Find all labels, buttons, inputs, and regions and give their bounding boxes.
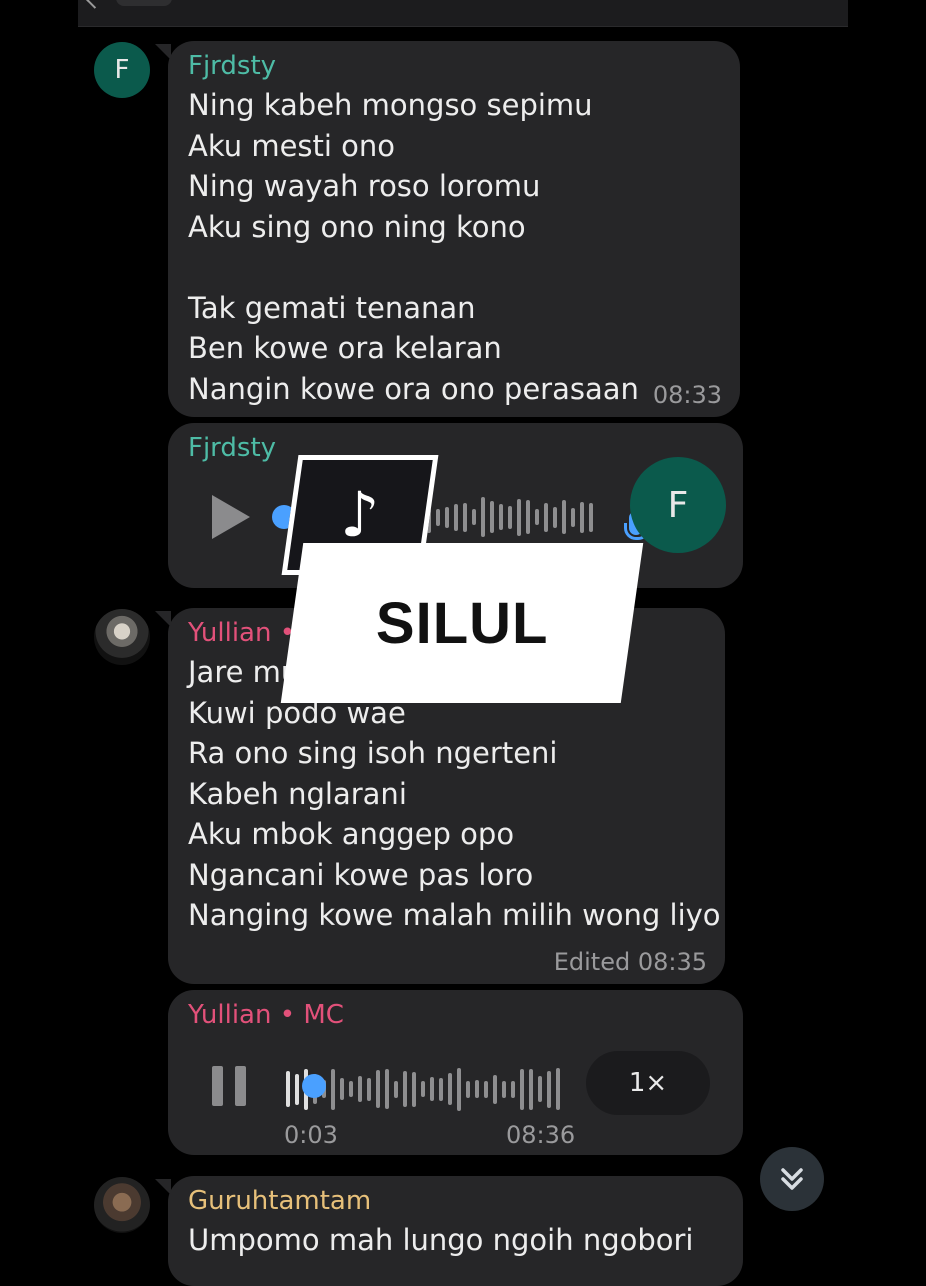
waveform-bar xyxy=(538,1076,542,1102)
back-arrow-icon[interactable] xyxy=(86,0,102,9)
waveform-bar xyxy=(490,501,494,533)
avatar-yullian[interactable] xyxy=(94,609,150,665)
waveform-bar xyxy=(349,1081,353,1097)
waveform-bar xyxy=(580,501,584,533)
avatar-letter: F xyxy=(114,55,130,85)
waveform-bar xyxy=(430,1077,434,1101)
voice-waveform[interactable] xyxy=(286,1064,560,1114)
waveform-bar xyxy=(526,500,530,534)
waveform-bar xyxy=(340,1078,344,1100)
waveform-bar xyxy=(403,1071,407,1107)
waveform-bar xyxy=(529,1068,533,1110)
waveform-bar xyxy=(295,1073,299,1105)
waveform-bar xyxy=(358,1076,362,1102)
tiktok-icon: ♪ xyxy=(340,478,380,551)
message-text: Ning kabeh mongso sepimu Aku mesti ono N… xyxy=(188,88,639,406)
watermark-username: SILUL xyxy=(375,590,549,656)
voice-waveform[interactable] xyxy=(418,495,593,539)
waveform-bar xyxy=(589,502,593,532)
waveform-bar xyxy=(466,1080,470,1098)
waveform-bar xyxy=(376,1070,380,1108)
avatar-fjrdsty[interactable]: F xyxy=(94,42,150,98)
waveform-bar xyxy=(463,502,467,532)
waveform-bar xyxy=(331,1068,335,1110)
waveform-bar xyxy=(448,1073,452,1105)
waveform-bar xyxy=(454,503,458,531)
sender-name[interactable]: Fjrdsty xyxy=(188,51,276,81)
waveform-bar xyxy=(445,506,449,528)
waveform-bar xyxy=(520,1068,524,1110)
message-time: Edited 08:35 xyxy=(553,948,707,976)
message-text: Umpomo mah lungo ngoih ngobori xyxy=(188,1223,694,1257)
voice-message-bubble[interactable]: Yullian • MC 1× 0:03 08:36 xyxy=(168,990,743,1155)
waveform-bar xyxy=(484,1080,488,1098)
waveform-bar xyxy=(535,509,539,525)
voice-progress-handle[interactable] xyxy=(302,1074,326,1098)
scroll-to-bottom-button[interactable] xyxy=(760,1147,824,1211)
sender-name[interactable]: Yullian • xyxy=(188,618,295,648)
header-pill[interactable] xyxy=(116,0,172,6)
waveform-bar xyxy=(562,500,566,534)
waveform-bar xyxy=(499,504,503,530)
waveform-bar xyxy=(385,1069,389,1109)
play-icon[interactable] xyxy=(212,495,250,539)
waveform-bar xyxy=(556,1068,560,1110)
sender-name[interactable]: Guruhtamtam xyxy=(188,1186,371,1216)
waveform-bar xyxy=(571,507,575,527)
waveform-bar xyxy=(544,502,548,532)
waveform-bar xyxy=(436,508,440,526)
message-time: 08:33 xyxy=(652,381,722,409)
waveform-bar xyxy=(553,506,557,528)
waveform-bar xyxy=(511,1080,515,1098)
waveform-bar xyxy=(481,497,485,537)
waveform-bar xyxy=(502,1080,506,1098)
waveform-bar xyxy=(475,1080,479,1098)
watermark-label: SILUL xyxy=(280,543,644,703)
message-bubble[interactable]: Fjrdsty Ning kabeh mongso sepimu Aku mes… xyxy=(168,41,740,417)
sender-name[interactable]: Yullian • MC xyxy=(188,1000,344,1030)
waveform-bar xyxy=(517,498,521,536)
waveform-bar xyxy=(472,509,476,525)
voice-sender-avatar[interactable]: F xyxy=(630,457,726,553)
chat-header xyxy=(78,0,848,27)
avatar-letter: F xyxy=(667,484,689,526)
voice-elapsed-time: 0:03 xyxy=(284,1121,338,1149)
waveform-bar xyxy=(421,1081,425,1097)
waveform-bar xyxy=(457,1067,461,1111)
voice-message-time: 08:36 xyxy=(506,1121,576,1149)
sender-name[interactable]: Fjrdsty xyxy=(188,433,276,463)
double-chevron-down-icon xyxy=(781,1168,803,1190)
waveform-bar xyxy=(508,505,512,529)
waveform-bar xyxy=(412,1071,416,1107)
waveform-bar xyxy=(394,1080,398,1098)
waveform-bar xyxy=(547,1070,551,1108)
waveform-bar xyxy=(286,1071,290,1107)
message-bubble[interactable]: Guruhtamtam Umpomo mah lungo ngoih ngobo… xyxy=(168,1176,743,1286)
playback-speed-button[interactable]: 1× xyxy=(586,1051,710,1115)
waveform-bar xyxy=(439,1077,443,1101)
waveform-bar xyxy=(367,1077,371,1101)
avatar-guruhtamtam[interactable] xyxy=(94,1177,150,1233)
pause-icon[interactable] xyxy=(212,1066,246,1106)
waveform-bar xyxy=(493,1074,497,1104)
